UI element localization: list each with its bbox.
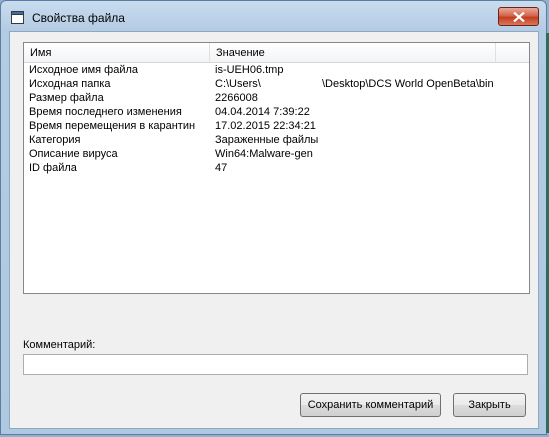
row-value: 47	[215, 162, 228, 174]
row-name: Исходная папка	[29, 78, 111, 90]
window-title: Свойства файла	[32, 11, 125, 25]
list-row[interactable]: Описание вируса Win64:Malware-gen	[24, 147, 529, 161]
row-name: Время последнего изменения	[29, 106, 182, 118]
row-value: Зараженные файлы	[215, 134, 319, 146]
comment-label: Комментарий:	[23, 339, 96, 351]
dialog-body: Имя Значение Исходное имя файла is-UEH06…	[9, 31, 539, 429]
list-header: Имя Значение	[24, 43, 529, 63]
column-header-empty[interactable]	[496, 43, 529, 62]
column-header-value[interactable]: Значение	[210, 43, 496, 62]
row-name: Размер файла	[29, 92, 104, 104]
list-row[interactable]: Время последнего изменения 04.04.2014 7:…	[24, 105, 529, 119]
properties-window: Свойства файла Имя Значение Исходное имя…	[0, 0, 547, 435]
row-value: 04.04.2014 7:39:22	[215, 106, 310, 118]
list-row[interactable]: Исходная папка C:\Users\ \Desktop\DCS Wo…	[24, 77, 529, 91]
properties-list[interactable]: Имя Значение Исходное имя файла is-UEH06…	[23, 42, 530, 294]
window-close-button[interactable]	[498, 7, 539, 26]
window-icon	[11, 11, 24, 24]
row-value: 17.02.2015 22:34:21	[215, 120, 316, 132]
row-name: Категория	[29, 134, 81, 146]
row-name: Описание вируса	[29, 148, 118, 160]
list-row[interactable]: Категория Зараженные файлы	[24, 133, 529, 147]
save-comment-button[interactable]: Сохранить комментарий	[300, 393, 441, 417]
list-row[interactable]: Время перемещения в карантин 17.02.2015 …	[24, 119, 529, 133]
row-name: Время перемещения в карантин	[29, 120, 196, 132]
column-header-name[interactable]: Имя	[24, 43, 210, 62]
row-value: Win64:Malware-gen	[215, 148, 313, 160]
close-button[interactable]: Закрыть	[453, 393, 526, 417]
list-row[interactable]: Исходное имя файла is-UEH06.tmp	[24, 63, 529, 77]
row-value: C:\Users\ \Desktop\DCS World OpenBeta\bi…	[215, 78, 494, 90]
comment-input[interactable]	[23, 354, 528, 375]
row-name: ID файла	[29, 162, 77, 174]
close-icon	[513, 12, 525, 22]
title-bar[interactable]: Свойства файла	[1, 1, 546, 34]
list-row[interactable]: ID файла 47	[24, 161, 529, 175]
list-row[interactable]: Размер файла 2266008	[24, 91, 529, 105]
row-name: Исходное имя файла	[29, 64, 139, 76]
list-rows: Исходное имя файла is-UEH06.tmp Исходная…	[24, 63, 529, 175]
row-value: 2266008	[215, 92, 258, 104]
row-value: is-UEH06.tmp	[215, 64, 284, 76]
